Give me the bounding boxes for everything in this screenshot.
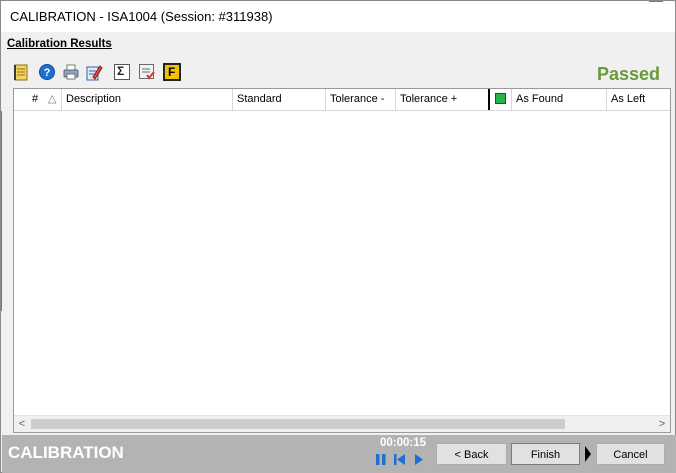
title-accent-line (649, 1, 663, 2)
edit-icon[interactable] (85, 63, 103, 81)
restart-icon[interactable] (393, 453, 405, 466)
notepad-icon[interactable] (12, 63, 30, 81)
f-icon[interactable]: F (163, 63, 181, 81)
scroll-right-icon[interactable]: > (654, 416, 670, 432)
column-tolerance-plus[interactable]: Tolerance + (396, 89, 490, 110)
finish-arrow-icon (584, 445, 592, 463)
column-tolerance-minus[interactable]: Tolerance - (326, 89, 396, 110)
print-icon[interactable] (62, 63, 80, 81)
left-accent-line (1, 111, 2, 311)
column-as-left[interactable]: As Left (607, 89, 670, 110)
column-sort[interactable]: △ (44, 89, 62, 110)
back-button[interactable]: < Back (436, 443, 507, 465)
help-icon[interactable]: ? (38, 63, 56, 81)
header-spacer (14, 89, 28, 110)
checklist-icon[interactable] (138, 63, 156, 81)
session-timer: 00:00:15 (380, 437, 427, 449)
cancel-button[interactable]: Cancel (596, 443, 665, 465)
pause-icon[interactable] (375, 453, 387, 466)
green-flag-icon (495, 93, 506, 104)
column-standard[interactable]: Standard (233, 89, 326, 110)
f-icon-label: F (168, 65, 176, 79)
status-passed: Passed (596, 64, 660, 84)
column-as-found[interactable]: As Found (512, 89, 607, 110)
scroll-thumb[interactable] (31, 419, 565, 429)
scroll-left-icon[interactable]: < (14, 416, 30, 432)
horizontal-scrollbar[interactable]: < > (14, 415, 670, 432)
section-title: Calibration Results (7, 38, 112, 50)
title-bar: CALIBRATION - ISA1004 (Session: #311938) (1, 1, 675, 32)
calibration-window: CALIBRATION - ISA1004 (Session: #311938)… (0, 0, 676, 473)
sum-icon[interactable]: Σ (113, 63, 131, 81)
results-table: # △ Description Standard Tolerance - Tol… (13, 88, 671, 433)
table-header: # △ Description Standard Tolerance - Tol… (14, 89, 670, 111)
footer-bar: CALIBRATION 00:00:15 < Back Finish Cance… (2, 435, 676, 473)
play-icon[interactable] (413, 453, 425, 466)
sum-icon-label: Σ (117, 64, 125, 78)
window-title: CALIBRATION - ISA1004 (Session: #311938) (10, 9, 273, 24)
column-description[interactable]: Description (62, 89, 233, 110)
column-status[interactable] (490, 89, 512, 110)
finish-button[interactable]: Finish (511, 443, 580, 465)
footer-title: CALIBRATION (8, 443, 124, 462)
svg-text:?: ? (44, 67, 51, 79)
